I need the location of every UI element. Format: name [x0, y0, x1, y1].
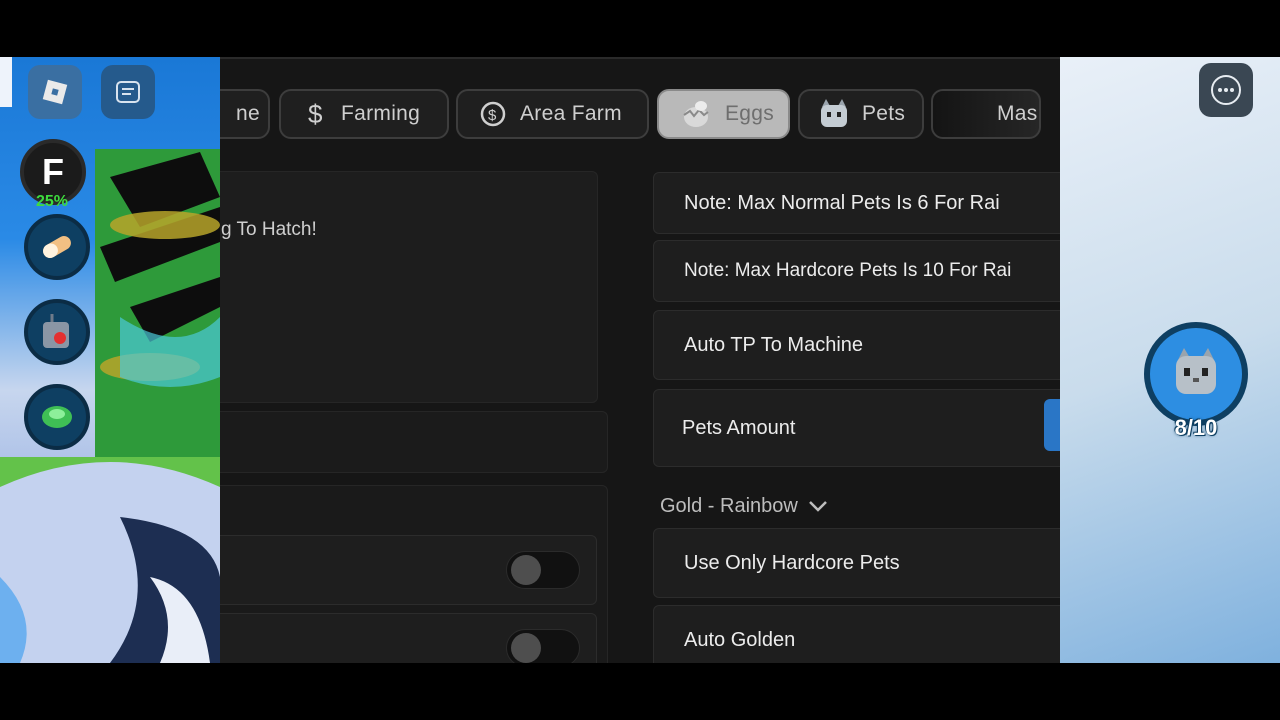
note-hardcore-row: Note: Max Hardcore Pets Is 10 For Rai — [653, 240, 1060, 302]
cat-pet-icon — [1176, 348, 1216, 394]
letterbox-top — [0, 0, 1280, 57]
roblox-logo-icon — [42, 79, 68, 105]
use-hardcore-row[interactable]: Use Only Hardcore Pets — [653, 528, 1060, 598]
pets-amount-row: Pets Amount — [653, 389, 1060, 467]
pets-amount-label: Pets Amount — [682, 416, 796, 439]
tab-label: Eggs — [725, 102, 775, 125]
percent-label: 25% — [36, 193, 69, 210]
tab-label: Mas — [997, 102, 1038, 125]
tab-mastery[interactable]: Mas — [931, 89, 1041, 139]
chat-icon — [116, 81, 140, 103]
boost-button[interactable] — [24, 214, 90, 280]
shop-button[interactable] — [24, 384, 90, 450]
auto-tp-row[interactable]: Auto TP To Machine — [653, 310, 1060, 380]
auto-golden-label: Auto Golden — [684, 628, 796, 651]
section-title: Gold - Rainbow — [660, 494, 798, 517]
f-logo-icon: F — [42, 151, 64, 192]
svg-text:$: $ — [488, 107, 497, 124]
toggle-knob — [511, 633, 541, 663]
note-normal-text: Note: Max Normal Pets Is 6 For Rai — [684, 191, 1000, 214]
chevron-down-icon — [808, 501, 827, 512]
script-hub-window: ne $ Farming $ Area Farm Eggs Pets Mas g… — [220, 57, 1060, 665]
game-viewport-left: F 25% — [0, 57, 220, 663]
note-hardcore-text: Note: Max Hardcore Pets Is 10 For Rai — [684, 260, 1012, 281]
coin-icon: $ — [480, 101, 506, 127]
tab-pets[interactable]: Pets — [798, 89, 924, 139]
tab-bar: ne $ Farming $ Area Farm Eggs Pets Mas — [220, 85, 1060, 145]
tab-label: ne — [236, 102, 260, 125]
potion-icon — [43, 236, 71, 258]
hatch-info-panel: g To Hatch! — [220, 171, 598, 403]
dollar-icon: $ — [303, 100, 327, 128]
pet-count-label: 8/10 — [1174, 415, 1218, 440]
note-normal-row: Note: Max Normal Pets Is 6 For Rai — [653, 172, 1060, 234]
toggle-switch-1[interactable] — [506, 551, 580, 589]
toggle-knob — [511, 555, 541, 585]
tab-farming[interactable]: $ Farming — [279, 89, 449, 139]
chat-button[interactable] — [101, 65, 155, 119]
pet-inventory-button[interactable] — [1144, 322, 1248, 426]
hatch-text: g To Hatch! — [221, 219, 317, 240]
tab-home[interactable]: ne — [220, 89, 270, 139]
cat-icon — [818, 99, 850, 129]
dropdown-panel[interactable] — [220, 411, 608, 473]
tab-label: Area Farm — [520, 102, 622, 125]
toggle-switch-2[interactable] — [506, 629, 580, 665]
game-viewport-right: 8/10 — [1060, 57, 1280, 663]
gold-rainbow-section-header[interactable]: Gold - Rainbow — [660, 491, 830, 521]
more-icon — [1211, 75, 1241, 105]
teleport-button[interactable] — [24, 299, 90, 365]
auto-tp-label: Auto TP To Machine — [684, 333, 864, 356]
svg-text:$: $ — [308, 100, 323, 128]
more-options-button[interactable] — [1199, 63, 1253, 117]
tab-area-farm[interactable]: $ Area Farm — [456, 89, 649, 139]
tab-label: Pets — [862, 102, 906, 125]
tab-eggs[interactable]: Eggs — [657, 89, 790, 139]
use-hardcore-label: Use Only Hardcore Pets — [684, 551, 900, 574]
roblox-menu-button[interactable] — [28, 65, 82, 119]
auto-golden-row[interactable]: Auto Golden — [653, 605, 1060, 665]
pets-amount-input[interactable] — [1044, 399, 1060, 451]
tab-label: Farming — [341, 102, 421, 125]
letterbox-bottom — [0, 663, 1280, 720]
egg-icon — [681, 100, 711, 128]
gem-icon — [42, 406, 72, 428]
remote-icon — [43, 314, 69, 348]
